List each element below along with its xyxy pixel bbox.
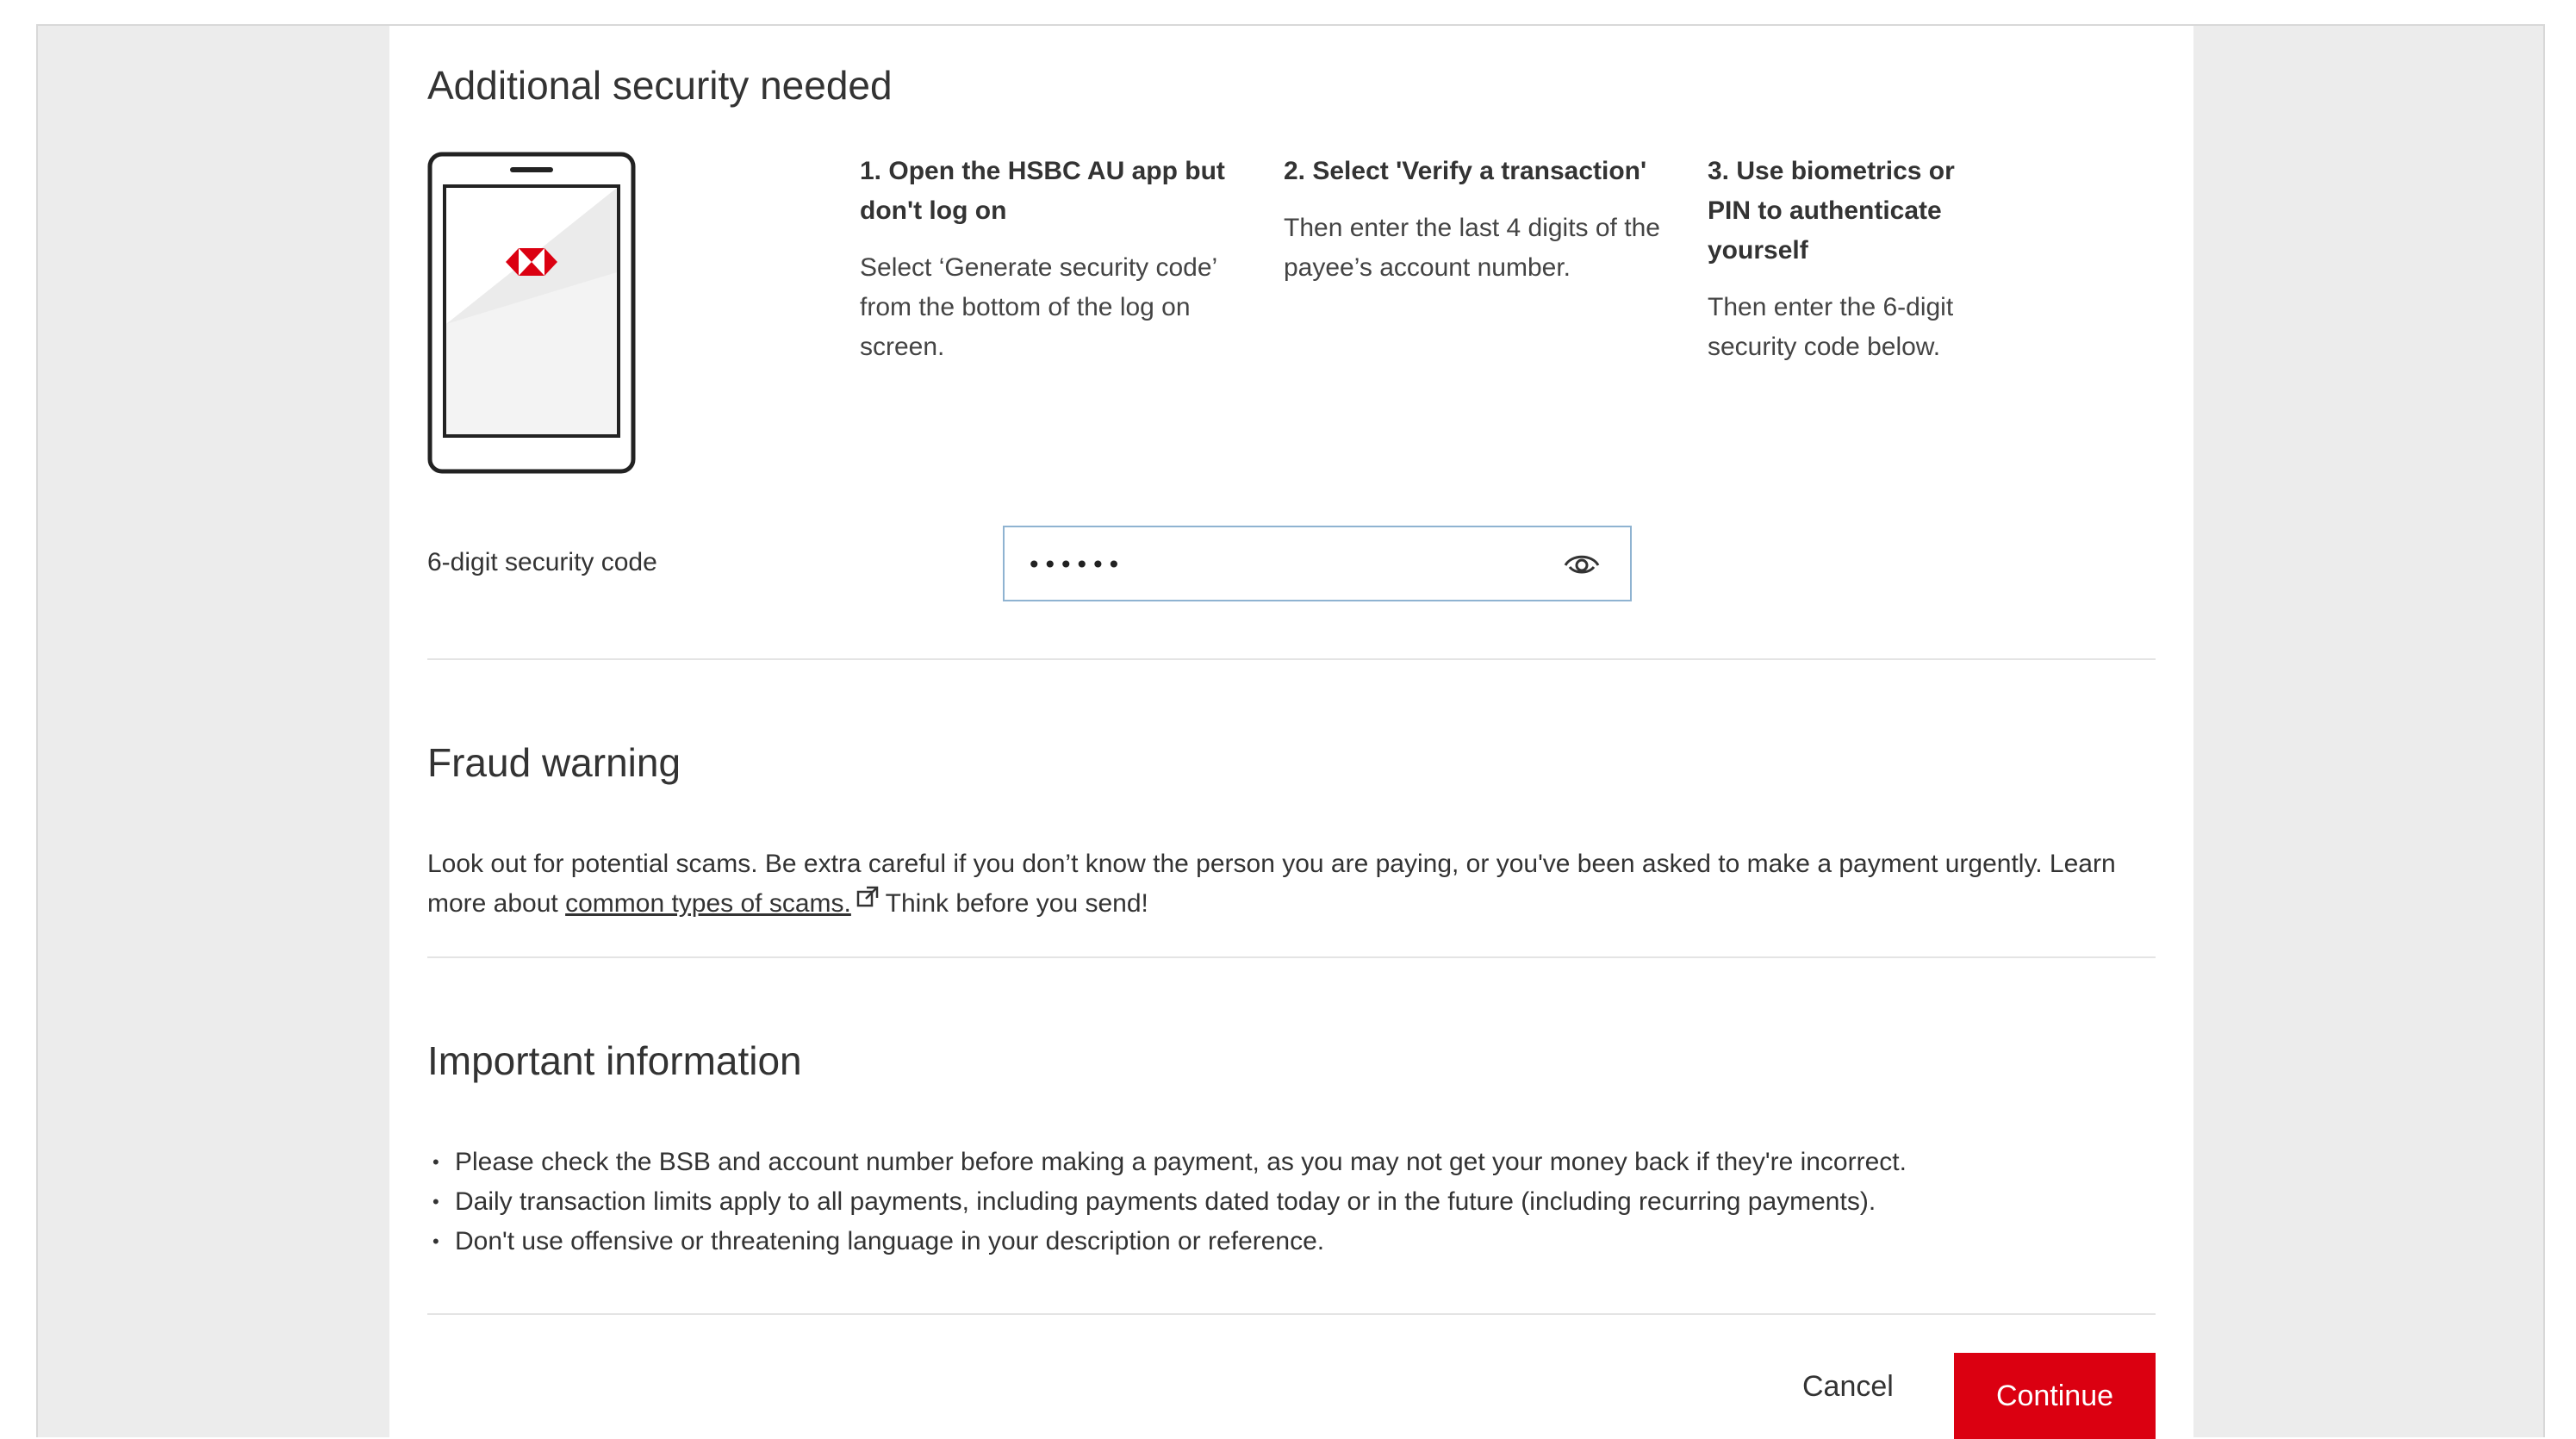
step-2-desc: Then enter the last 4 digits of the paye… (1284, 214, 1660, 282)
step-3-desc: Then enter the 6-digit security code bel… (1708, 293, 1954, 361)
continue-button[interactable]: Continue (1954, 1353, 2156, 1439)
step-1-desc: Select ‘Generate security code’ from the… (860, 253, 1217, 361)
security-code-input[interactable] (1025, 527, 1546, 601)
divider (427, 956, 2156, 958)
eye-icon[interactable] (1563, 550, 1601, 577)
security-code-label: 6-digit security code (427, 548, 657, 576)
step-3-title: 3. Use biometrics or PIN to authenticate… (1708, 157, 1955, 265)
fraud-text-after: Think before you send! (878, 889, 1148, 918)
important-info-heading: Important information (427, 1038, 802, 1083)
scam-types-link[interactable]: common types of scams. (565, 889, 851, 918)
important-info-list: Please check the BSB and account number … (427, 1143, 2150, 1261)
step-1-title: 1. Open the HSBC AU app but don't log on (860, 157, 1225, 225)
fraud-warning-heading: Fraud warning (427, 740, 681, 785)
step-2-title: 2. Select 'Verify a transaction' (1284, 157, 1647, 185)
step-2: 2. Select 'Verify a transaction' Then en… (1284, 152, 1689, 288)
security-heading: Additional security needed (427, 63, 893, 108)
divider (427, 1313, 2156, 1315)
divider (427, 658, 2156, 660)
list-item: Please check the BSB and account number … (427, 1143, 2150, 1182)
step-1: 1. Open the HSBC AU app but don't log on… (860, 152, 1273, 367)
fraud-warning-text: Look out for potential scams. Be extra c… (427, 844, 2133, 924)
phone-illustration-icon (427, 152, 636, 474)
step-3: 3. Use biometrics or PIN to authenticate… (1708, 152, 1992, 367)
security-code-field (1003, 526, 1632, 601)
list-item: Daily transaction limits apply to all pa… (427, 1182, 2150, 1222)
main-panel: Additional security needed 1. Open the H… (389, 26, 2193, 1439)
list-item: Don't use offensive or threatening langu… (427, 1222, 2150, 1261)
external-link-icon (856, 886, 879, 907)
cancel-button[interactable]: Cancel (1802, 1370, 1894, 1404)
